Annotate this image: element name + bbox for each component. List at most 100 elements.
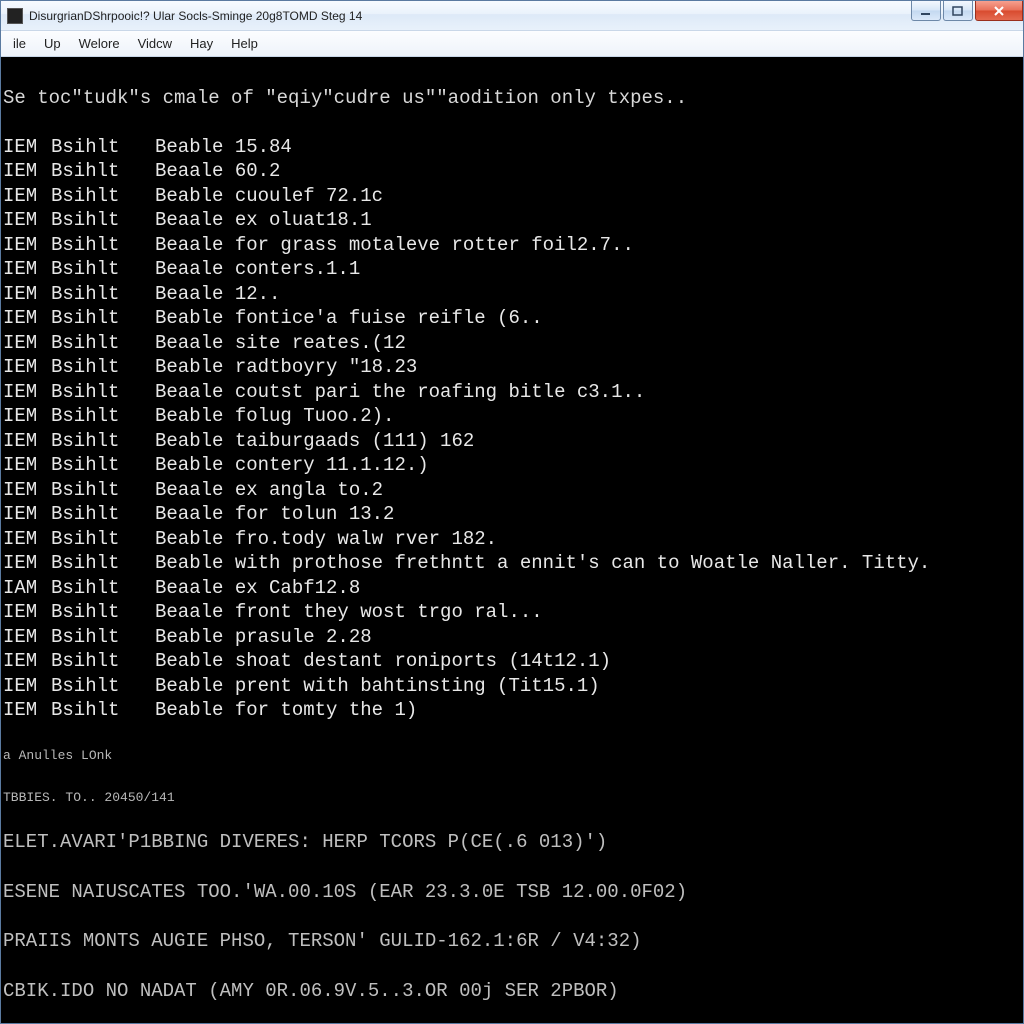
row-col-3: Beable contery 11.1.12.) [155,453,429,478]
row-col-2: Bsihlt [51,257,155,282]
row-col-2: Bsihlt [51,331,155,356]
row-col-3: Beable radtboyry "18.23 [155,355,417,380]
terminal-output[interactable]: Se toc"tudk"s cmale of "eqiy"cudre us""a… [1,57,1023,1023]
row-col-2: Bsihlt [51,429,155,454]
terminal-row: IEMBsihltBeable contery 11.1.12.) [3,453,1021,478]
row-col-1: IEM [3,429,51,454]
row-col-1: IEM [3,159,51,184]
row-col-1: IEM [3,625,51,650]
terminal-row: IEMBsihltBeable radtboyry "18.23 [3,355,1021,380]
maximize-icon [952,6,964,16]
terminal-row: IEMBsihltBeaale for grass motaleve rotte… [3,233,1021,258]
menu-hay[interactable]: Hay [182,34,221,53]
terminal-small-line: a Anulles LOnk [3,747,1021,764]
row-col-1: IEM [3,233,51,258]
row-col-2: Bsihlt [51,135,155,160]
row-col-2: Bsihlt [51,625,155,650]
minimize-button[interactable] [911,1,941,21]
row-col-1: IEM [3,184,51,209]
row-col-1: IEM [3,649,51,674]
row-col-2: Bsihlt [51,576,155,601]
row-col-3: Beaale site reates.(12 [155,331,406,356]
row-col-2: Bsihlt [51,600,155,625]
row-col-2: Bsihlt [51,404,155,429]
row-col-3: Beaale ex oluat18.1 [155,208,372,233]
menu-up[interactable]: Up [36,34,69,53]
row-col-3: Beaale ex angla to.2 [155,478,383,503]
row-col-1: IEM [3,331,51,356]
close-button[interactable] [975,1,1023,21]
app-icon [7,8,23,24]
row-col-1: IEM [3,527,51,552]
terminal-row: IEMBsihltBeaale ex angla to.2 [3,478,1021,503]
menu-view[interactable]: Vidcw [130,34,180,53]
window-controls [911,1,1023,23]
row-col-1: IEM [3,135,51,160]
row-col-1: IEM [3,453,51,478]
terminal-row: IEMBsihltBeable 15.84 [3,135,1021,160]
terminal-status-line: PRAIIS MONTS AUGIE PHSO, TERSON' GULID-1… [3,929,1021,954]
menu-file[interactable]: ile [5,34,34,53]
row-col-3: Beable taiburgaads (111) 162 [155,429,474,454]
row-col-2: Bsihlt [51,380,155,405]
row-col-3: Beable with prothose frethntt a ennit's … [155,551,930,576]
row-col-1: IEM [3,478,51,503]
terminal-row: IEMBsihltBeaale site reates.(12 [3,331,1021,356]
row-col-3: Beable 15.84 [155,135,292,160]
row-col-2: Bsihlt [51,527,155,552]
row-col-2: Bsihlt [51,698,155,723]
terminal-row: IEMBsihltBeable fro.tody walw rver 182. [3,527,1021,552]
row-col-2: Bsihlt [51,453,155,478]
terminal-row: IEMBsihltBeable taiburgaads (111) 162 [3,429,1021,454]
terminal-row: IEMBsihltBeable with prothose frethntt a… [3,551,1021,576]
row-col-1: IEM [3,600,51,625]
terminal-row: IEMBsihltBeaale 12.. [3,282,1021,307]
row-col-1: IEM [3,257,51,282]
row-col-3: Beable shoat destant roniports (14t12.1) [155,649,611,674]
row-col-2: Bsihlt [51,551,155,576]
row-col-1: IEM [3,306,51,331]
row-col-3: Beable for tomty the 1) [155,698,417,723]
menu-welore[interactable]: Welore [71,34,128,53]
titlebar[interactable]: DisurgrianDShrpooic!? Ular Socls-Sminge … [1,1,1023,31]
row-col-2: Bsihlt [51,502,155,527]
row-col-3: Beable folug Tuoo.2). [155,404,394,429]
menu-help[interactable]: Help [223,34,266,53]
terminal-row: IEMBsihltBeaale front they wost trgo ral… [3,600,1021,625]
window-title: DisurgrianDShrpooic!? Ular Socls-Sminge … [29,9,362,23]
row-col-1: IEM [3,698,51,723]
terminal-row: IEMBsihltBeaale ex oluat18.1 [3,208,1021,233]
terminal-small-line: TBBIES. TO.. 20450/141 [3,789,1021,806]
row-col-3: Beaale for grass motaleve rotter foil2.7… [155,233,634,258]
row-col-1: IEM [3,355,51,380]
maximize-button[interactable] [943,1,973,21]
row-col-2: Bsihlt [51,355,155,380]
terminal-row: IEMBsihltBeable folug Tuoo.2). [3,404,1021,429]
row-col-1: IEM [3,282,51,307]
row-col-2: Bsihlt [51,478,155,503]
row-col-1: IAM [3,576,51,601]
row-col-2: Bsihlt [51,233,155,258]
row-col-1: IEM [3,502,51,527]
row-col-3: Beaale for tolun 13.2 [155,502,394,527]
row-col-3: Beable prasule 2.28 [155,625,372,650]
row-col-3: Beaale 60.2 [155,159,280,184]
row-col-2: Bsihlt [51,159,155,184]
row-col-3: Beaale ex Cabf12.8 [155,576,360,601]
row-col-2: Bsihlt [51,208,155,233]
row-col-3: Beaale front they wost trgo ral... [155,600,543,625]
terminal-row: IEMBsihltBeable shoat destant roniports … [3,649,1021,674]
terminal-status-line: CBIK.IDO NO NADAT (AMY 0R.06.9V.5..3.OR … [3,979,1021,1004]
menubar: ile Up Welore Vidcw Hay Help [1,31,1023,57]
terminal-row: IEMBsihltBeaale coutst pari the roafing … [3,380,1021,405]
row-col-3: Beaale coutst pari the roafing bitle c3.… [155,380,645,405]
terminal-status-line: ELET.AVARI'P1BBING DIVERES: HERP TCORS P… [3,830,1021,855]
terminal-header: Se toc"tudk"s cmale of "eqiy"cudre us""a… [3,86,1021,111]
row-col-2: Bsihlt [51,674,155,699]
row-col-3: Beable fro.tody walw rver 182. [155,527,497,552]
row-col-3: Beable prent with bahtinsting (Tit15.1) [155,674,600,699]
row-col-1: IEM [3,674,51,699]
row-col-1: IEM [3,380,51,405]
terminal-row: IEMBsihltBeaale 60.2 [3,159,1021,184]
terminal-row: IEMBsihltBeable for tomty the 1) [3,698,1021,723]
